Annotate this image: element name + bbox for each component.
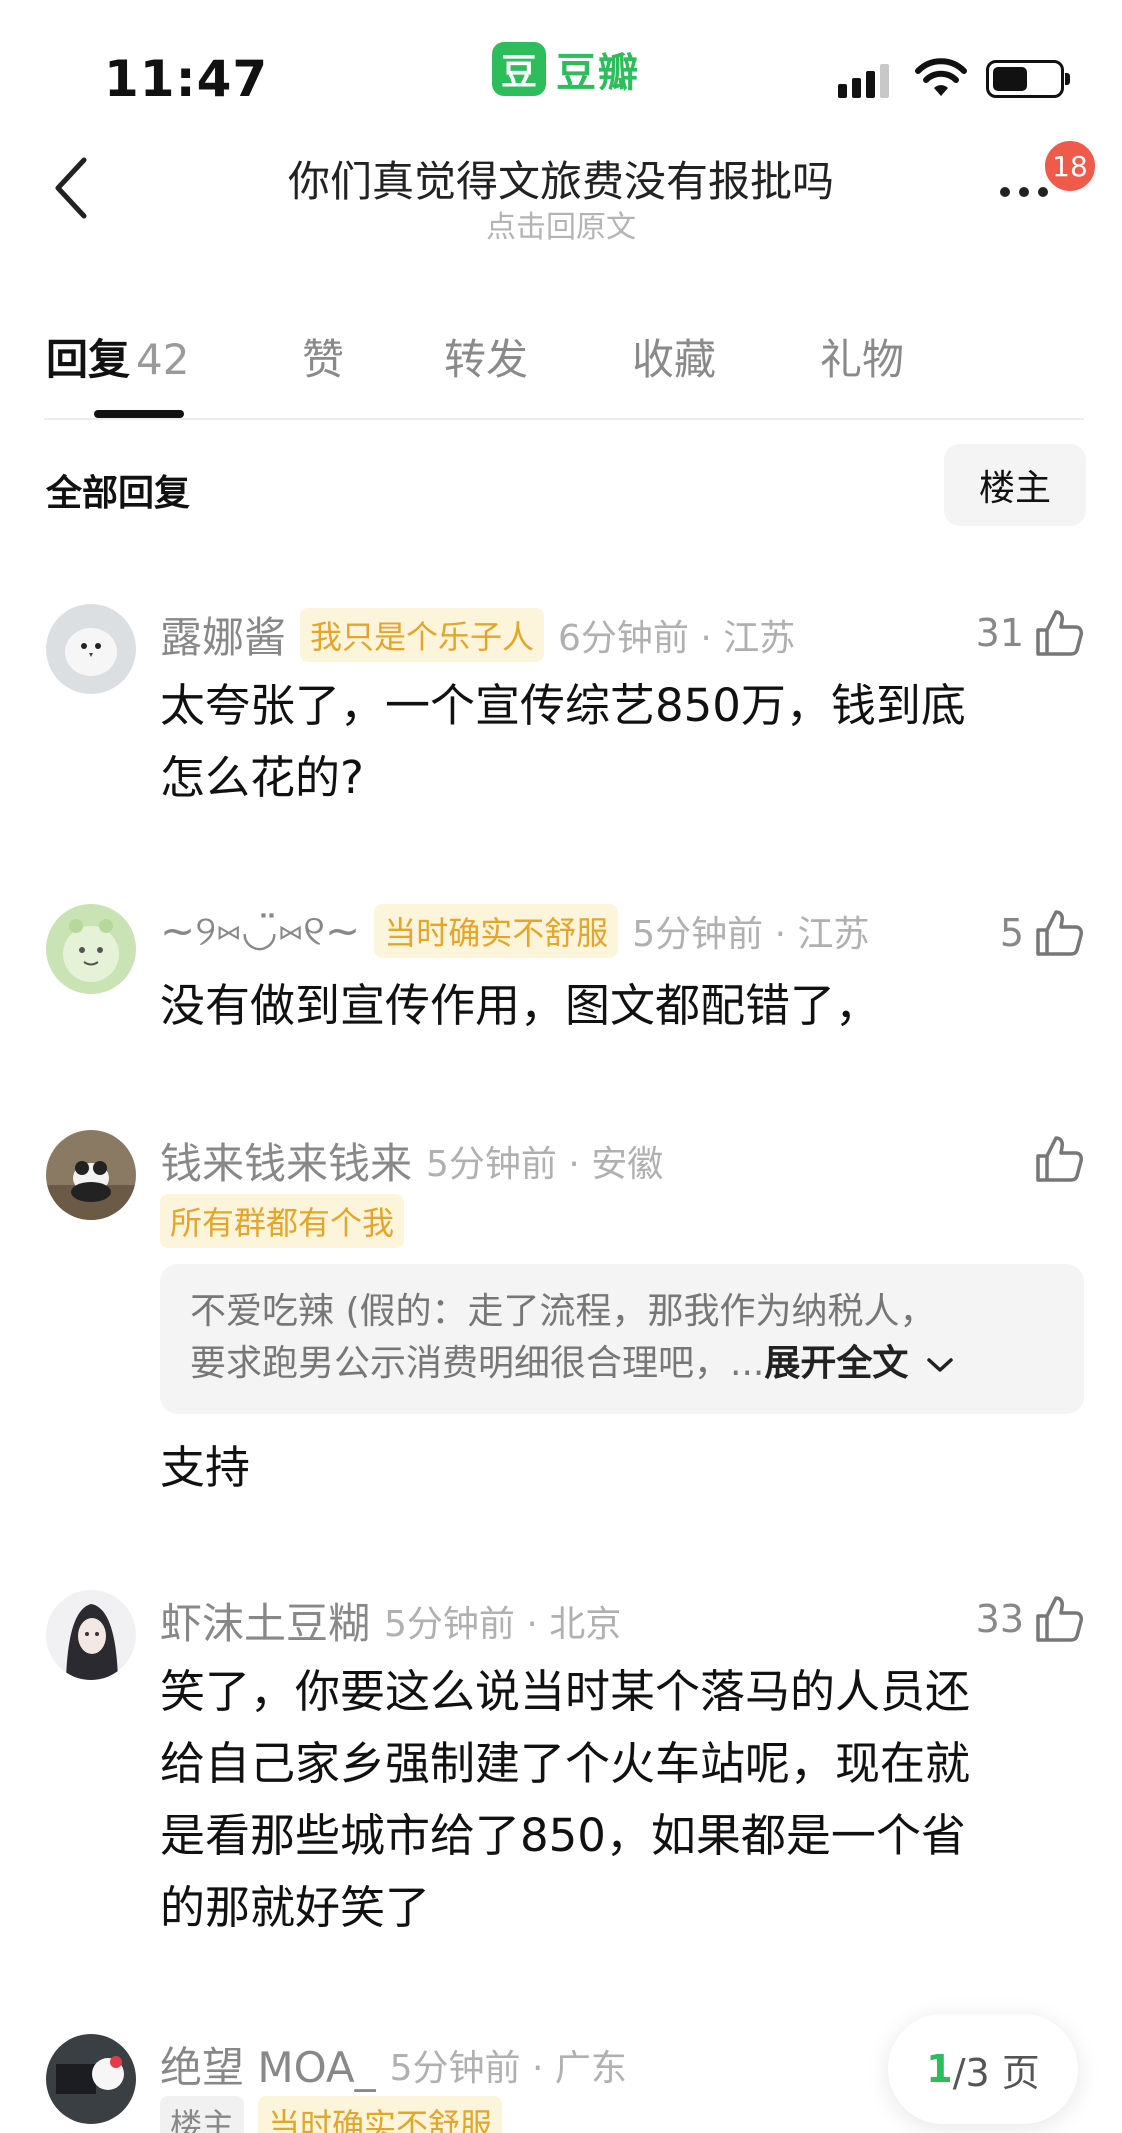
like-count: 31 — [975, 611, 1024, 655]
comment-body: 没有做到宣传作用，图文都配错了， — [160, 970, 1060, 1042]
comment-meta: 虾沫土豆糊 5分钟前 · 北京 — [160, 1590, 621, 1651]
divider — [44, 418, 1084, 420]
comment-line: 是看那些城市给了850，如果都是一个省 — [160, 1809, 966, 1862]
comment-username[interactable]: 虾沫土豆糊 — [160, 1590, 370, 1651]
avatar[interactable] — [46, 604, 136, 694]
comment-username[interactable]: 绝望 MOA_ — [160, 2034, 376, 2095]
comment-meta: 露娜酱 我只是个乐子人 6分钟前 · 江苏 — [160, 604, 795, 665]
comment-meta: ~୨⑅◡̈⑅୧~ 当时确实不舒服 5分钟前 · 江苏 — [160, 904, 870, 958]
comment-line: 太夸张了，一个宣传综艺850万，钱到底 — [160, 679, 966, 732]
comment-meta: 绝望 MOA_ 5分钟前 · 广东 — [160, 2034, 627, 2095]
tab-replies[interactable]: 回复 42 — [46, 326, 189, 387]
current-page: 1 — [926, 2047, 953, 2091]
section-title: 全部回复 — [46, 473, 191, 514]
app-brand: 豆 豆瓣 — [492, 40, 640, 98]
signal-icon — [838, 62, 889, 98]
like-button[interactable] — [1034, 1134, 1084, 1184]
comment-line: 支持 — [160, 1441, 251, 1494]
tab-count: 42 — [136, 335, 190, 384]
user-badge: 当时确实不舒服 — [374, 904, 619, 958]
comment-meta: 钱来钱来钱来 5分钟前 · 安徽 — [160, 1130, 663, 1191]
avatar[interactable] — [46, 904, 136, 994]
comment-line: 怎么花的? — [160, 751, 364, 804]
user-badge: 所有群都有个我 — [160, 1194, 405, 1248]
wifi-icon — [915, 58, 967, 96]
comment-body: 笑了，你要这么说当时某个落马的人员还 给自己家乡强制建了个火车站呢，现在就 是看… — [160, 1656, 1060, 1944]
total-pages: /3 页 — [952, 2050, 1040, 2095]
post-title: 你们真觉得文旅费没有报批吗 — [287, 157, 834, 206]
expand-full-text-button[interactable]: 展开全文 — [764, 1343, 955, 1384]
expand-label: 展开全文 — [764, 1343, 909, 1384]
tab-label: 回复 — [46, 335, 131, 384]
notification-badge[interactable]: 18 — [1042, 138, 1098, 194]
like-count: 33 — [975, 1597, 1024, 1641]
thumbs-up-icon — [1036, 1596, 1083, 1642]
avatar[interactable] — [46, 1590, 136, 1680]
app-logo-icon: 豆 — [492, 42, 546, 96]
status-time: 11:47 — [104, 50, 269, 108]
quote-text: 要求跑男公示消费明细很合理吧，... — [190, 1343, 765, 1384]
thumbs-up-icon — [1036, 610, 1083, 656]
tab-active-indicator — [94, 410, 184, 418]
quote-line: 不爱吃辣 (假的：走了流程，那我作为纳税人， — [190, 1291, 936, 1332]
like-button[interactable]: 31 — [976, 608, 1084, 658]
like-button[interactable]: 33 — [976, 1594, 1084, 1644]
op-only-filter-button[interactable]: 楼主 — [944, 444, 1086, 526]
comment-username[interactable]: 露娜酱 — [160, 604, 286, 665]
comment-body: 太夸张了，一个宣传综艺850万，钱到底 怎么花的? — [160, 670, 1060, 814]
like-button[interactable]: 5 — [1000, 908, 1084, 958]
comment-body: 支持 — [160, 1432, 1060, 1504]
tab-likes[interactable]: 赞 — [302, 326, 344, 387]
comment-time-location: 6分钟前 · 江苏 — [558, 617, 796, 659]
like-count: 5 — [999, 911, 1024, 955]
thumbs-up-icon — [1036, 1136, 1083, 1182]
comment-time-location: 5分钟前 · 安徽 — [426, 1143, 664, 1185]
comment-time-location: 5分钟前 · 广东 — [389, 2047, 627, 2089]
chevron-left-icon — [55, 157, 87, 219]
comment-time-location: 5分钟前 · 江苏 — [632, 914, 870, 955]
tab-gifts[interactable]: 礼物 — [820, 326, 904, 387]
comment-line: 的那就好笑了 — [160, 1881, 431, 1934]
comment-line: 给自己家乡强制建了个火车站呢，现在就 — [160, 1737, 971, 1790]
op-tag: 楼主 — [160, 2096, 245, 2133]
app-name: 豆瓣 — [556, 50, 640, 96]
status-bar: 11:47 豆 豆瓣 — [0, 0, 1122, 120]
page-indicator[interactable]: 1/3 页 — [888, 2014, 1078, 2124]
view-original-link[interactable]: 点击回原文 — [150, 202, 972, 246]
comment-line: 笑了，你要这么说当时某个落马的人员还 — [160, 1665, 971, 1718]
battery-icon — [986, 60, 1070, 98]
avatar[interactable] — [46, 1130, 136, 1220]
avatar[interactable] — [46, 2034, 136, 2124]
thumbs-up-icon — [1036, 910, 1083, 956]
tab-favorites[interactable]: 收藏 — [632, 326, 716, 387]
chevron-down-icon — [927, 1358, 953, 1372]
back-button[interactable] — [40, 148, 100, 228]
user-badge: 当时确实不舒服 — [258, 2096, 503, 2133]
comment-time-location: 5分钟前 · 北京 — [384, 1603, 622, 1645]
comment-line: 没有做到宣传作用，图文都配错了， — [160, 979, 881, 1032]
quote-line: 要求跑男公示消费明细很合理吧，...展开全文 — [190, 1338, 1054, 1390]
comment-username[interactable]: ~୨⑅◡̈⑅୧~ — [160, 906, 360, 956]
quoted-reply[interactable]: 不爱吃辣 (假的：走了流程，那我作为纳税人， 要求跑男公示消费明细很合理吧，..… — [160, 1264, 1084, 1414]
comment-username[interactable]: 钱来钱来钱来 — [160, 1130, 412, 1191]
user-badge: 我只是个乐子人 — [300, 607, 545, 662]
tab-reposts[interactable]: 转发 — [444, 326, 528, 387]
